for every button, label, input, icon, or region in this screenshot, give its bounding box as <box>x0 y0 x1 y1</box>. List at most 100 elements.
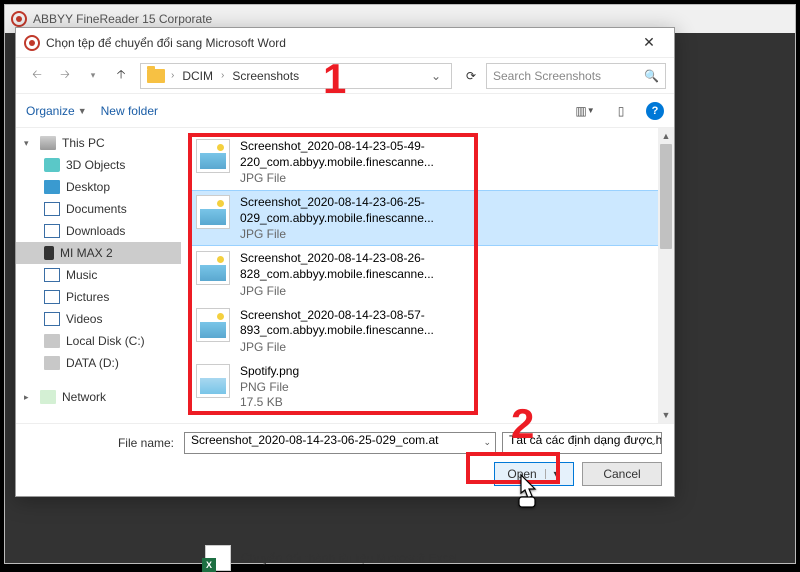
net-icon <box>40 390 56 404</box>
sidebar-item-data-d-[interactable]: DATA (D:) <box>16 352 181 374</box>
sidebar-item-downloads[interactable]: Downloads <box>16 220 181 242</box>
file-item[interactable]: Screenshot_2020-08-14-23-05-49-220_com.a… <box>189 134 670 190</box>
file-item[interactable]: Screenshot_2020-08-14-23-08-26-828_com.a… <box>189 246 670 302</box>
doc-icon <box>44 202 60 216</box>
refresh-button[interactable]: ⟳ <box>458 63 484 89</box>
close-button[interactable]: ✕ <box>628 29 670 57</box>
navigation-bar: 🡠 🡢 ▾ 🡡 › DCIM › Screenshots ⌄ ⟳ Search … <box>16 58 674 94</box>
file-type-filter[interactable]: Tất cả các định dạng được hỗ t ⌄ <box>502 432 662 454</box>
phone-icon <box>44 246 54 260</box>
cancel-button[interactable]: Cancel <box>582 462 662 486</box>
excel-icon <box>205 545 231 571</box>
dialog-icon <box>24 35 40 51</box>
sidebar-item-label: 3D Objects <box>66 158 125 172</box>
file-type: JPG File <box>240 284 460 298</box>
dialog-title: Chọn tệp để chuyển đổi sang Microsoft Wo… <box>46 36 628 50</box>
sidebar-item-3d-objects[interactable]: 3D Objects <box>16 154 181 176</box>
breadcrumb-sep: › <box>219 70 226 81</box>
filename-label: File name: <box>28 436 178 450</box>
desk-icon <box>44 180 60 194</box>
view-options-button[interactable]: ▥ ▼ <box>574 100 596 122</box>
search-input[interactable]: Search Screenshots 🔍 <box>486 63 666 89</box>
sidebar-item-label: Music <box>66 268 97 282</box>
organize-menu[interactable]: Organize ▼ <box>26 104 87 118</box>
file-thumbnail <box>196 364 230 398</box>
sidebar-item-label: Desktop <box>66 180 110 194</box>
file-name: Screenshot_2020-08-14-23-08-26-828_com.a… <box>240 251 460 282</box>
filename-input[interactable]: Screenshot_2020-08-14-23-06-25-029_com.a… <box>184 432 496 454</box>
music-icon <box>44 268 60 282</box>
sidebar-item-pictures[interactable]: Pictures <box>16 286 181 308</box>
dialog-bottom: File name: Screenshot_2020-08-14-23-06-2… <box>16 423 674 496</box>
file-size: 17.5 KB <box>240 395 299 409</box>
up-button[interactable]: 🡡 <box>108 63 134 89</box>
recent-dropdown[interactable]: ▾ <box>80 63 106 89</box>
file-item[interactable]: Screenshot_2020-08-14-23-06-25-029_com.a… <box>189 190 670 246</box>
preview-pane-button[interactable]: ▯ <box>610 100 632 122</box>
file-list[interactable]: Screenshot_2020-08-14-23-05-49-220_com.a… <box>181 128 674 423</box>
file-type: PNG File <box>240 380 299 394</box>
sidebar: ▾ This PC 3D Objects Desktop Documents Downlo… <box>16 128 181 423</box>
file-thumbnail <box>196 139 230 173</box>
file-item[interactable]: Spotify.pngPNG File17.5 KB <box>189 359 670 415</box>
file-name: Spotify.png <box>240 364 299 380</box>
forward-button[interactable]: 🡢 <box>52 63 78 89</box>
excel-convert-row[interactable]: Chuyển đổi thành tài liệu Microsoft Exce… <box>205 545 458 571</box>
app-title: ABBYY FineReader 15 Corporate <box>33 12 212 26</box>
folder-icon <box>147 69 165 83</box>
file-thumbnail <box>196 308 230 342</box>
scrollbar[interactable]: ▲ ▼ <box>658 128 674 423</box>
file-name: Screenshot_2020-08-14-23-06-25-029_com.a… <box>240 195 460 226</box>
file-type: JPG File <box>240 340 460 354</box>
scroll-up-arrow[interactable]: ▲ <box>658 128 674 144</box>
sidebar-item-label: MI MAX 2 <box>60 246 113 260</box>
expand-icon[interactable]: ▸ <box>24 392 34 403</box>
sidebar-item-videos[interactable]: Videos <box>16 308 181 330</box>
file-type: JPG File <box>240 171 460 185</box>
pic-icon <box>44 290 60 304</box>
chevron-down-icon[interactable]: ⌄ <box>649 437 657 448</box>
sidebar-item-desktop[interactable]: Desktop <box>16 176 181 198</box>
new-folder-button[interactable]: New folder <box>101 104 158 118</box>
file-name: Screenshot_2020-08-14-23-05-49-220_com.a… <box>240 139 460 170</box>
breadcrumb-screenshots[interactable]: Screenshots <box>228 69 303 83</box>
sidebar-item-documents[interactable]: Documents <box>16 198 181 220</box>
file-thumbnail <box>196 195 230 229</box>
disk-icon <box>44 356 60 370</box>
pc-icon <box>40 136 56 150</box>
help-button[interactable]: ? <box>646 102 664 120</box>
file-type: JPG File <box>240 227 460 241</box>
open-button[interactable]: Open ▼ <box>494 462 574 486</box>
file-item[interactable]: Screenshot_2020-08-14-23-08-57-893_com.a… <box>189 303 670 359</box>
app-icon <box>11 11 27 27</box>
toolbar: Organize ▼ New folder ▥ ▼ ▯ ? <box>16 94 674 128</box>
sidebar-item-this-pc[interactable]: ▾ This PC <box>16 132 181 154</box>
sidebar-item-label: Downloads <box>66 224 125 238</box>
scroll-down-arrow[interactable]: ▼ <box>658 407 674 423</box>
dialog-titlebar: Chọn tệp để chuyển đổi sang Microsoft Wo… <box>16 28 674 58</box>
file-open-dialog: Chọn tệp để chuyển đổi sang Microsoft Wo… <box>15 27 675 497</box>
back-button[interactable]: 🡠 <box>24 63 50 89</box>
breadcrumb-sep: › <box>169 70 176 81</box>
scroll-thumb[interactable] <box>660 144 672 249</box>
sidebar-item-network[interactable]: ▸Network <box>16 386 181 408</box>
sidebar-item-label: Pictures <box>66 290 109 304</box>
breadcrumb-dcim[interactable]: DCIM <box>178 69 217 83</box>
disk-icon <box>44 334 60 348</box>
sidebar-item-label: Documents <box>66 202 127 216</box>
sidebar-item-music[interactable]: Music <box>16 264 181 286</box>
open-dropdown-icon[interactable]: ▼ <box>545 469 561 479</box>
breadcrumb-dropdown[interactable]: ⌄ <box>425 69 447 83</box>
chevron-down-icon[interactable]: ⌄ <box>483 437 491 448</box>
search-placeholder: Search Screenshots <box>493 69 644 83</box>
sidebar-item-mi-max-2[interactable]: MI MAX 2 <box>16 242 181 264</box>
file-name: Screenshot_2020-08-14-23-08-57-893_com.a… <box>240 308 460 339</box>
search-icon: 🔍 <box>644 69 659 83</box>
file-thumbnail <box>196 251 230 285</box>
3d-icon <box>44 158 60 172</box>
vid-icon <box>44 312 60 326</box>
sidebar-item-label: This PC <box>62 136 105 150</box>
expand-icon[interactable]: ▾ <box>24 138 34 149</box>
sidebar-item-local-disk-c-[interactable]: Local Disk (C:) <box>16 330 181 352</box>
breadcrumb[interactable]: › DCIM › Screenshots ⌄ <box>140 63 452 89</box>
